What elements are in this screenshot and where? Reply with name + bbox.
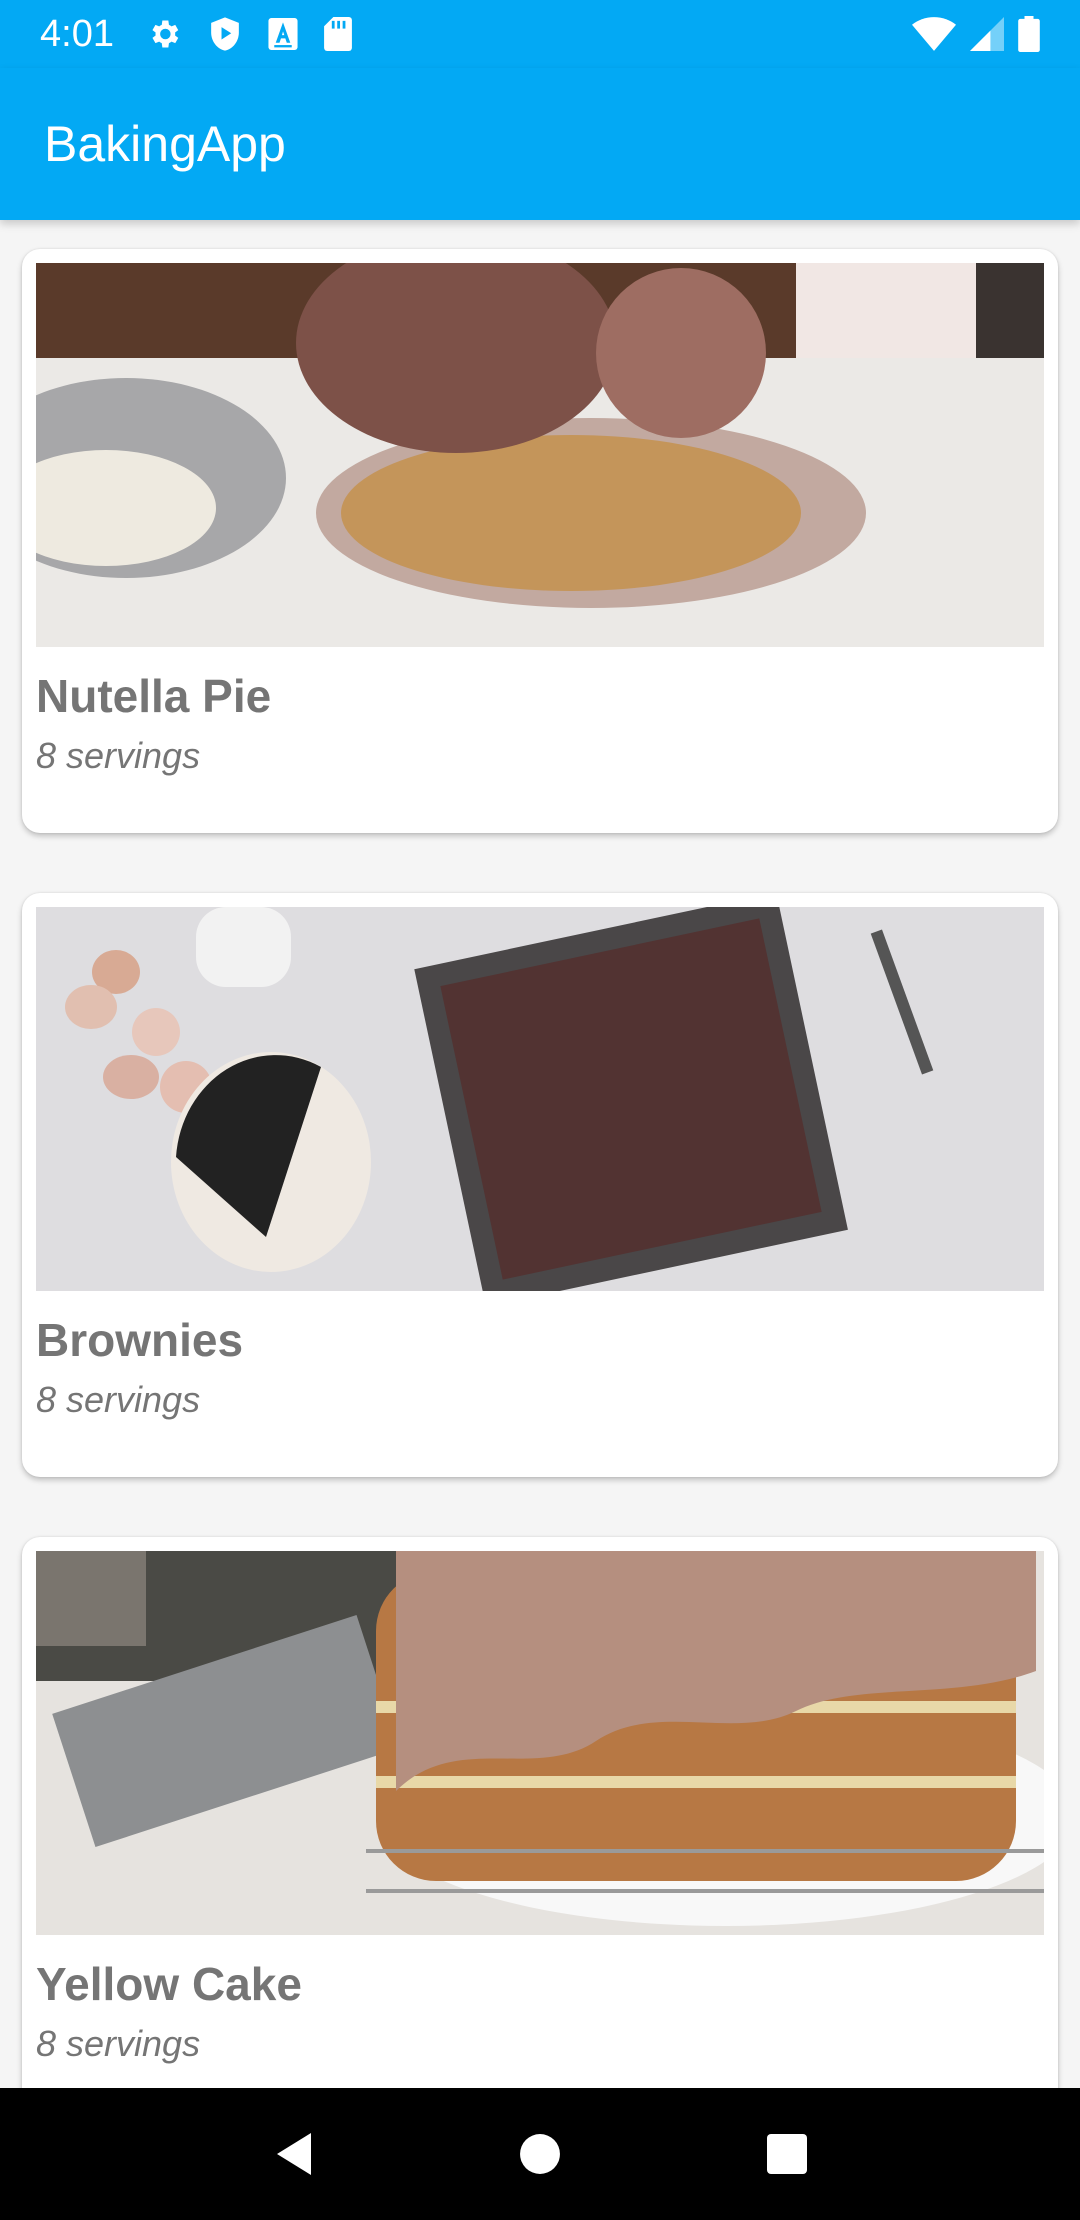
sd-card-icon bbox=[324, 17, 352, 51]
recipe-name: Nutella Pie bbox=[36, 670, 272, 722]
font-a-icon bbox=[268, 18, 298, 50]
recipe-name: Brownies bbox=[36, 1314, 244, 1366]
recipe-card[interactable]: Yellow Cake 8 servings bbox=[22, 1537, 1058, 2088]
status-icons-left bbox=[146, 16, 352, 52]
recents-icon[interactable] bbox=[727, 2094, 847, 2214]
recipe-card[interactable]: Nutella Pie 8 servings bbox=[22, 249, 1058, 833]
shield-play-icon bbox=[208, 16, 242, 52]
app-title: BakingApp bbox=[44, 116, 286, 172]
wifi-icon bbox=[912, 17, 956, 51]
screen: 4:01 BakingApp Nutella Pie 8 servings Br… bbox=[0, 0, 1080, 2220]
recipe-name: Yellow Cake bbox=[36, 1958, 302, 2010]
home-icon[interactable] bbox=[480, 2094, 600, 2214]
recipe-servings: 8 servings bbox=[36, 2023, 201, 2064]
nav-bar bbox=[0, 2088, 1080, 2220]
status-time: 4:01 bbox=[40, 12, 114, 55]
recipe-image-nutella-pie bbox=[36, 263, 1044, 647]
recipe-list[interactable]: Nutella Pie 8 servings Brownies 8 servin… bbox=[0, 220, 1080, 2088]
app-bar: BakingApp bbox=[0, 68, 1080, 220]
gear-icon bbox=[146, 16, 182, 52]
battery-icon bbox=[1018, 16, 1040, 52]
status-bar: 4:01 bbox=[0, 0, 1080, 68]
recipe-image-yellow-cake bbox=[36, 1551, 1044, 1935]
recipe-servings: 8 servings bbox=[36, 1379, 201, 1420]
back-icon[interactable] bbox=[233, 2094, 353, 2214]
recipe-card[interactable]: Brownies 8 servings bbox=[22, 893, 1058, 1477]
recipe-image-brownies bbox=[36, 907, 1044, 1291]
cell-signal-icon bbox=[970, 17, 1004, 51]
recipe-servings: 8 servings bbox=[36, 735, 201, 776]
status-icons-right bbox=[912, 16, 1040, 52]
